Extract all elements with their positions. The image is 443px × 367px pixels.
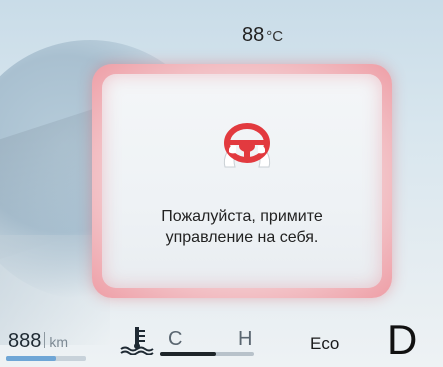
gauge-hot-label: H xyxy=(238,328,253,350)
coolant-gauge-fill xyxy=(160,352,217,356)
alert-message-line-1: Пожалуйста, примите xyxy=(161,208,323,225)
odometer-value: 888 xyxy=(8,330,42,352)
temperature-value: 88 xyxy=(242,24,265,46)
coolant-gauge xyxy=(160,352,254,356)
steering-wheel-hands-icon xyxy=(223,123,271,168)
odometer-bar xyxy=(6,356,86,361)
odometer-divider xyxy=(44,332,46,348)
outside-temperature: 88 °C xyxy=(242,24,283,47)
odometer: 888 km xyxy=(8,330,68,353)
status-bar: 888 km C H Eco D xyxy=(0,316,443,367)
alert-message-line-2: управление на себя. xyxy=(165,229,319,246)
gauge-cold-label: C xyxy=(168,328,183,350)
takeover-alert: Пожалуйста, примите управление на себя. xyxy=(92,64,392,298)
instrument-cluster: 88 °C Пожалуйста, примите управление на с… xyxy=(0,0,443,367)
coolant-temperature-icon xyxy=(120,327,154,355)
odometer-unit: km xyxy=(49,334,69,350)
gear-indicator: D xyxy=(387,316,418,363)
alert-panel: Пожалуйста, примите управление на себя. xyxy=(102,74,382,288)
drive-mode: Eco xyxy=(310,334,340,353)
temperature-unit: °C xyxy=(266,28,284,45)
odometer-bar-fill xyxy=(6,356,56,361)
